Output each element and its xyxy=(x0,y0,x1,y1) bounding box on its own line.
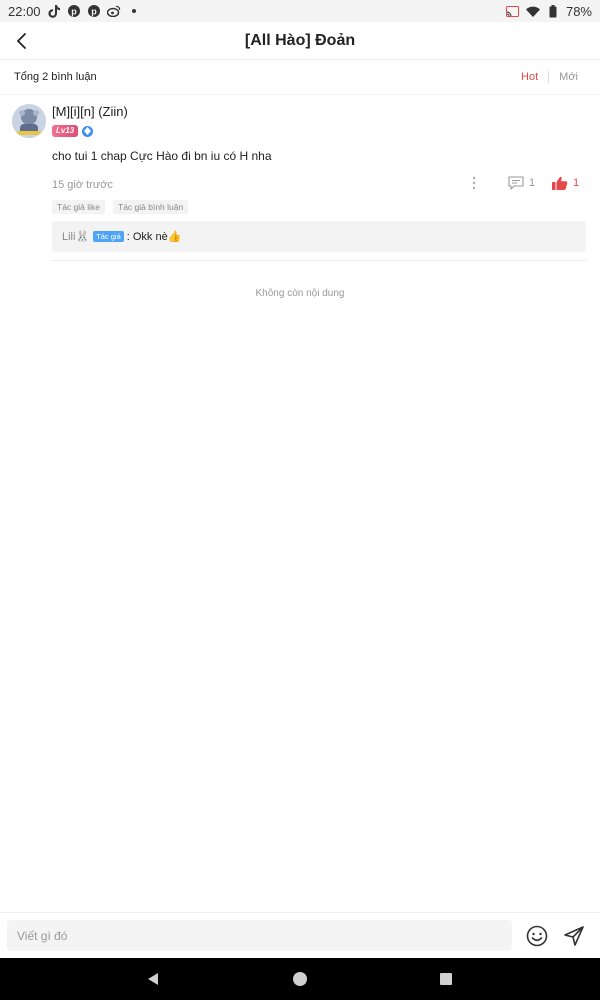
tiktok-icon xyxy=(47,4,61,18)
send-icon[interactable] xyxy=(562,924,586,948)
pinterest-icon: p xyxy=(67,4,81,18)
status-right: 78% xyxy=(506,4,592,19)
comment-body: [M][i][n] (Ziin) Lv13 cho tui 1 chap Cực… xyxy=(52,104,586,261)
comment-username[interactable]: [M][i][n] (Ziin) xyxy=(52,104,586,122)
status-time: 22:00 xyxy=(8,3,41,19)
author-liked-tag: Tác giả like xyxy=(52,200,105,214)
nav-recents-icon[interactable] xyxy=(440,973,452,985)
battery-icon xyxy=(546,4,560,18)
reply-preview[interactable]: Lili🐰 Tác giả : Okk nè👍 xyxy=(52,221,586,252)
status-bar: 22:00 p p 78% xyxy=(0,0,600,22)
comment-text: cho tui 1 chap Cực Hào đi bn iu có H nha xyxy=(52,149,272,163)
weibo-icon xyxy=(106,4,121,18)
back-arrow-icon xyxy=(17,33,26,49)
thumbs-up-icon xyxy=(552,176,568,190)
header: [All Hào] Đoản xyxy=(0,22,600,60)
cast-icon xyxy=(506,4,520,18)
svg-text:p: p xyxy=(91,7,97,17)
system-nav-bar xyxy=(0,958,600,1000)
like-button[interactable]: 1 xyxy=(552,175,579,191)
sort-hot-tab[interactable]: Hot xyxy=(511,71,548,83)
comment-bubble-icon xyxy=(508,176,524,190)
end-of-content-label: Không còn nội dung xyxy=(255,288,345,299)
author-tags: Tác giả like Tác giả bình luận xyxy=(52,200,586,214)
sort-toggle: Hot Mới xyxy=(511,71,586,83)
comment-input-bar xyxy=(0,912,600,958)
reply-count: 1 xyxy=(529,177,536,189)
comment-time: 15 giờ trước xyxy=(52,179,113,191)
reply-text: : Okk nè👍 xyxy=(126,231,182,243)
wifi-icon xyxy=(525,4,540,18)
like-count: 1 xyxy=(573,177,580,189)
nav-back-icon[interactable] xyxy=(145,971,161,987)
status-left: 22:00 p p xyxy=(8,4,141,19)
page-title: [All Hào] Đoản xyxy=(244,31,356,49)
level-badge: Lv13 xyxy=(52,125,79,137)
emoji-icon[interactable] xyxy=(525,924,549,948)
divider xyxy=(52,260,586,261)
back-button[interactable] xyxy=(10,29,34,53)
nav-home-icon[interactable] xyxy=(293,972,307,986)
battery-percent: 78% xyxy=(565,3,592,19)
avatar[interactable] xyxy=(12,104,46,138)
dot-icon xyxy=(127,4,141,18)
pinterest-icon: p xyxy=(87,4,101,18)
comments-summary-bar: Tổng 2 bình luận Hot Mới xyxy=(0,60,600,95)
author-commented-tag: Tác giả bình luận xyxy=(113,200,189,214)
sort-new-tab[interactable]: Mới xyxy=(549,71,586,83)
more-options-icon[interactable] xyxy=(470,175,478,191)
svg-text:p: p xyxy=(71,7,77,17)
total-comments-label: Tổng 2 bình luận xyxy=(14,71,97,83)
comment-meta: 15 giờ trước 1 1 xyxy=(52,175,586,195)
comment-input[interactable] xyxy=(7,920,512,951)
user-badges: Lv13 xyxy=(52,125,586,137)
verified-badge-icon xyxy=(82,125,94,137)
author-badge: Tác giả xyxy=(93,231,124,242)
reply-button[interactable]: 1 xyxy=(508,175,535,191)
reply-username: Lili🐰 xyxy=(62,231,90,243)
